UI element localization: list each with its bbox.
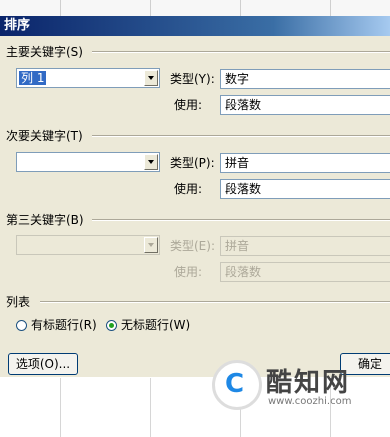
primary-key-value: 列 1 <box>19 71 47 85</box>
dialog-title: 排序 <box>4 18 31 33</box>
sort-dialog: 排序 主要关键字(S) 列 1 类型(Y): 数字 使用: 段落数 次要关键字(… <box>0 16 390 377</box>
primary-using-field[interactable]: 段落数 <box>220 95 390 115</box>
list-group-label: 列表 <box>6 295 31 309</box>
tertiary-group-divider <box>92 219 390 221</box>
tertiary-key-group-label: 第三关键字(B) <box>6 213 84 227</box>
secondary-using-field[interactable]: 段落数 <box>220 179 390 199</box>
coozhi-watermark: C 酷知网 www.coozhi.com <box>200 352 390 422</box>
watermark-brand: 酷知网 <box>266 368 351 398</box>
tertiary-using-label: 使用: <box>174 265 203 279</box>
options-button[interactable]: 选项(O)... <box>8 353 78 375</box>
tertiary-key-combo <box>16 235 160 255</box>
secondary-type-label: 类型(P): <box>170 156 215 170</box>
secondary-group-divider <box>92 135 390 137</box>
secondary-using-label: 使用: <box>174 182 203 196</box>
tertiary-type-label: 类型(E): <box>170 239 215 253</box>
coozhi-logo-icon: C <box>212 360 262 410</box>
chevron-down-icon <box>144 237 158 253</box>
radio-has-header-label: 有标题行(R) <box>31 318 97 332</box>
primary-type-label: 类型(Y): <box>170 72 215 86</box>
primary-key-combo[interactable]: 列 1 <box>16 68 160 88</box>
background-strip <box>0 0 390 17</box>
radio-checked-icon <box>106 320 117 331</box>
chevron-down-icon[interactable] <box>144 154 158 170</box>
list-group-divider <box>40 301 390 303</box>
secondary-type-field[interactable]: 拼音 <box>220 153 390 173</box>
primary-group-divider <box>92 51 390 53</box>
watermark-url: www.coozhi.com <box>268 396 352 407</box>
radio-no-header-label: 无标题行(W) <box>121 318 191 332</box>
logo-letter: C <box>225 369 245 399</box>
dialog-title-bar[interactable]: 排序 <box>0 16 390 36</box>
radio-unchecked-icon <box>16 320 27 331</box>
radio-has-header-row[interactable]: 有标题行(R) <box>16 318 97 332</box>
radio-no-header-row[interactable]: 无标题行(W) <box>106 318 190 332</box>
primary-type-field[interactable]: 数字 <box>220 69 390 89</box>
primary-using-label: 使用: <box>174 98 203 112</box>
secondary-key-group-label: 次要关键字(T) <box>6 129 83 143</box>
tertiary-using-field: 段落数 <box>220 262 390 282</box>
tertiary-type-field: 拼音 <box>220 236 390 256</box>
chevron-down-icon[interactable] <box>144 70 158 86</box>
primary-key-group-label: 主要关键字(S) <box>6 45 83 59</box>
secondary-key-combo[interactable] <box>16 152 160 172</box>
